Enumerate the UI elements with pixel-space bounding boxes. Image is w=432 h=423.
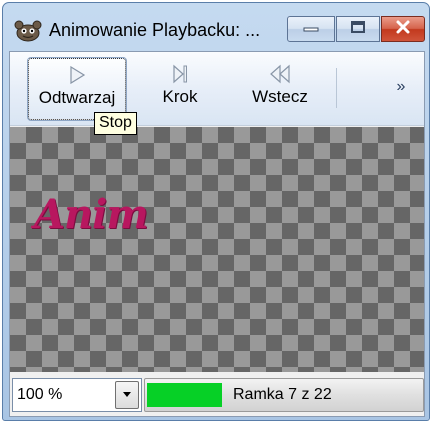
maximize-button[interactable]: [336, 16, 380, 42]
zoom-dropdown-button[interactable]: [115, 381, 139, 409]
gimp-icon: [13, 20, 43, 42]
close-icon: [394, 19, 412, 40]
animation-frame-text: Anim: [34, 191, 149, 238]
zoom-combobox[interactable]: 100 %: [12, 378, 142, 412]
window-title: Animowanie Playbacku: ...: [49, 20, 261, 40]
step-button[interactable]: Krok: [140, 58, 220, 120]
stop-tooltip: Stop: [94, 112, 137, 135]
playback-toolbar: Odtwarzaj Krok Wstecz »: [10, 52, 424, 126]
minimize-button[interactable]: [287, 16, 335, 42]
play-icon: [65, 64, 89, 86]
step-back-icon: [268, 63, 292, 85]
chevron-down-icon: [122, 386, 132, 404]
zoom-value: 100 %: [17, 386, 63, 403]
play-label: Odtwarzaj: [38, 88, 116, 107]
progress-fill: [147, 383, 222, 407]
play-button[interactable]: Odtwarzaj: [27, 57, 127, 121]
close-button[interactable]: [381, 16, 425, 42]
status-bar: 100 % Ramka 7 z 22: [10, 372, 424, 416]
toolbar-separator: [336, 68, 337, 108]
frame-counter: Ramka 7 z 22: [233, 386, 332, 403]
back-button[interactable]: Wstecz: [230, 58, 330, 120]
window-client: Odtwarzaj Krok Wstecz » Anim 100 % Ramka…: [9, 51, 425, 417]
toolbar-overflow-button[interactable]: »: [388, 76, 414, 98]
double-chevron-right-icon: »: [396, 78, 406, 95]
maximize-icon: [349, 20, 367, 39]
back-label: Wstecz: [252, 87, 308, 106]
minimize-icon: [301, 20, 321, 38]
playback-window: Animowanie Playbacku: ... Odtwarzaj Krok…: [2, 2, 430, 421]
title-bar[interactable]: Animowanie Playbacku: ...: [3, 3, 429, 51]
step-label: Krok: [162, 87, 198, 106]
animation-preview: Anim: [10, 127, 424, 372]
frame-progress-bar: Ramka 7 z 22: [144, 378, 424, 412]
step-forward-icon: [168, 63, 192, 85]
